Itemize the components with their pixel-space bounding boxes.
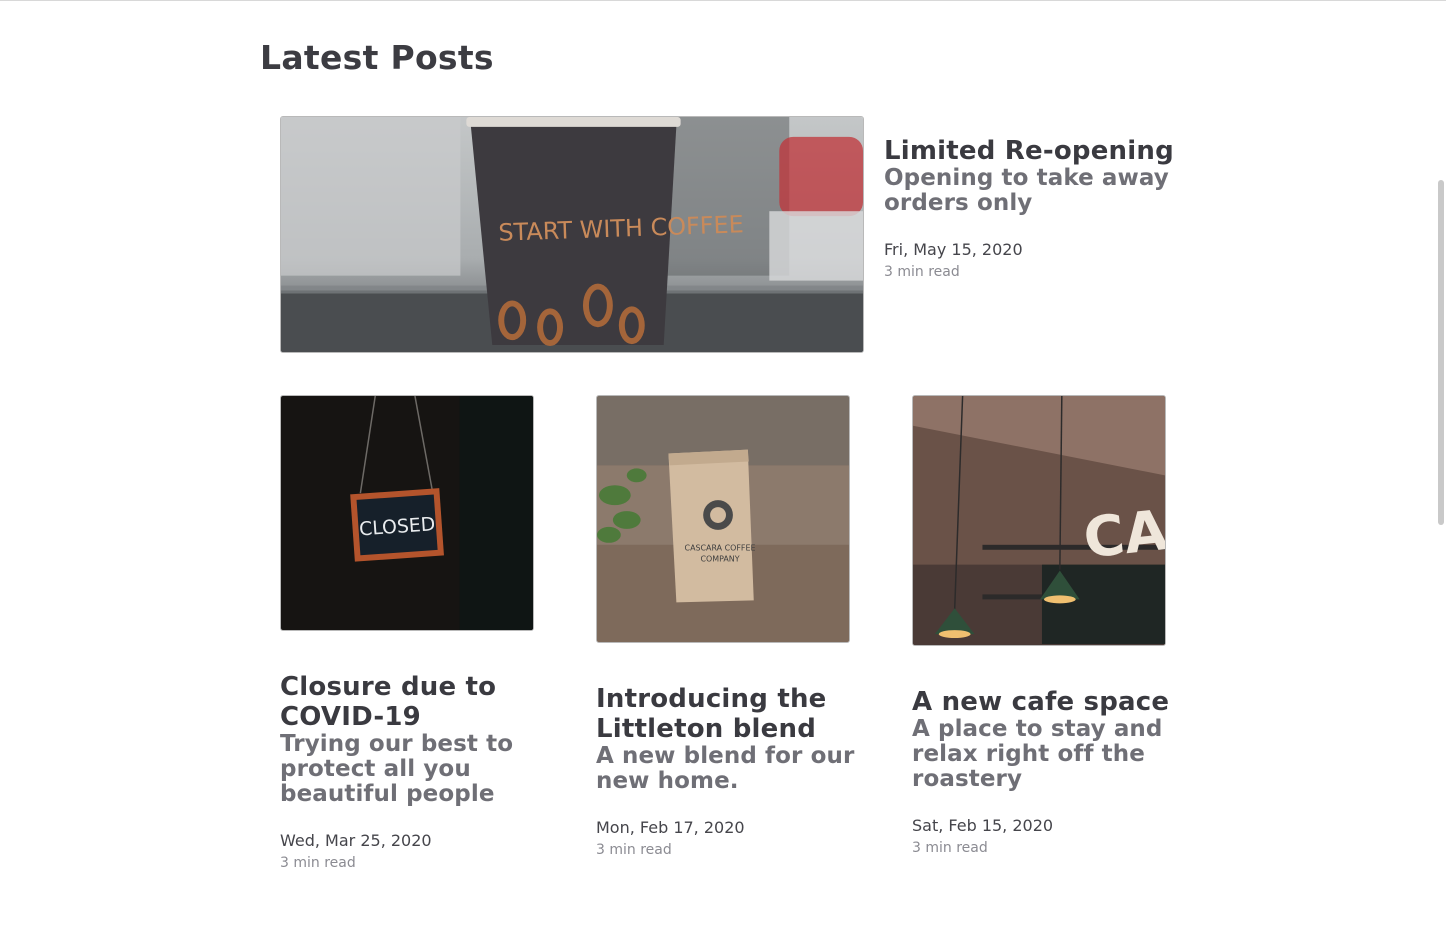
post-image-littleton[interactable]: CASCARA COFFEE COMPANY: [596, 395, 850, 643]
featured-post-image[interactable]: START WITH COFFEE: [280, 116, 864, 353]
post-subtitle: A place to stay and relax right off the …: [912, 716, 1163, 792]
top-divider: [0, 0, 1446, 1]
post-card-cafe[interactable]: A new cafe space A place to stay and rel…: [912, 687, 1182, 858]
coffee-bag-photo: CASCARA COFFEE COMPANY: [597, 396, 849, 642]
post-read-time: 3 min read: [884, 264, 960, 280]
post-card-littleton[interactable]: Introducing the Littleton blend A new bl…: [596, 684, 856, 860]
post-title[interactable]: Limited Re-opening: [884, 136, 1184, 166]
post-card-closure[interactable]: Closure due to COVID-19 Trying our best …: [280, 672, 540, 873]
post-read-time: 3 min read: [596, 842, 672, 858]
cafe-interior-photo: CA: [913, 396, 1165, 645]
post-title[interactable]: Introducing the Littleton blend: [596, 684, 856, 744]
post-title[interactable]: A new cafe space: [912, 687, 1182, 717]
closed-sign-photo: CLOSED: [281, 396, 533, 630]
page-scrollbar[interactable]: [1438, 180, 1444, 525]
page-title: Latest Posts: [260, 38, 494, 77]
post-image-closure[interactable]: CLOSED: [280, 395, 534, 631]
bag-brand-line1: CASCARA COFFEE: [685, 544, 756, 553]
post-subtitle: A new blend for our new home.: [596, 743, 855, 794]
post-date: Sat, Feb 15, 2020: [912, 816, 1054, 835]
post-read-time: 3 min read: [280, 855, 356, 871]
post-image-cafe[interactable]: CA: [912, 395, 1166, 646]
post-title[interactable]: Closure due to COVID-19: [280, 672, 540, 732]
post-date: Wed, Mar 25, 2020: [280, 831, 432, 850]
post-subtitle: Trying our best to protect all you beaut…: [280, 731, 514, 807]
featured-post[interactable]: Limited Re-opening Opening to take away …: [884, 136, 1184, 282]
post-read-time: 3 min read: [912, 840, 988, 856]
post-subtitle: Opening to take away orders only: [884, 165, 1169, 216]
cafe-sign-letters: CA: [1081, 498, 1165, 571]
coffee-cup-photo: START WITH COFFEE: [281, 117, 863, 352]
post-date: Mon, Feb 17, 2020: [596, 818, 745, 837]
bag-brand-line2: COMPANY: [700, 555, 739, 564]
post-date: Fri, May 15, 2020: [884, 240, 1023, 259]
